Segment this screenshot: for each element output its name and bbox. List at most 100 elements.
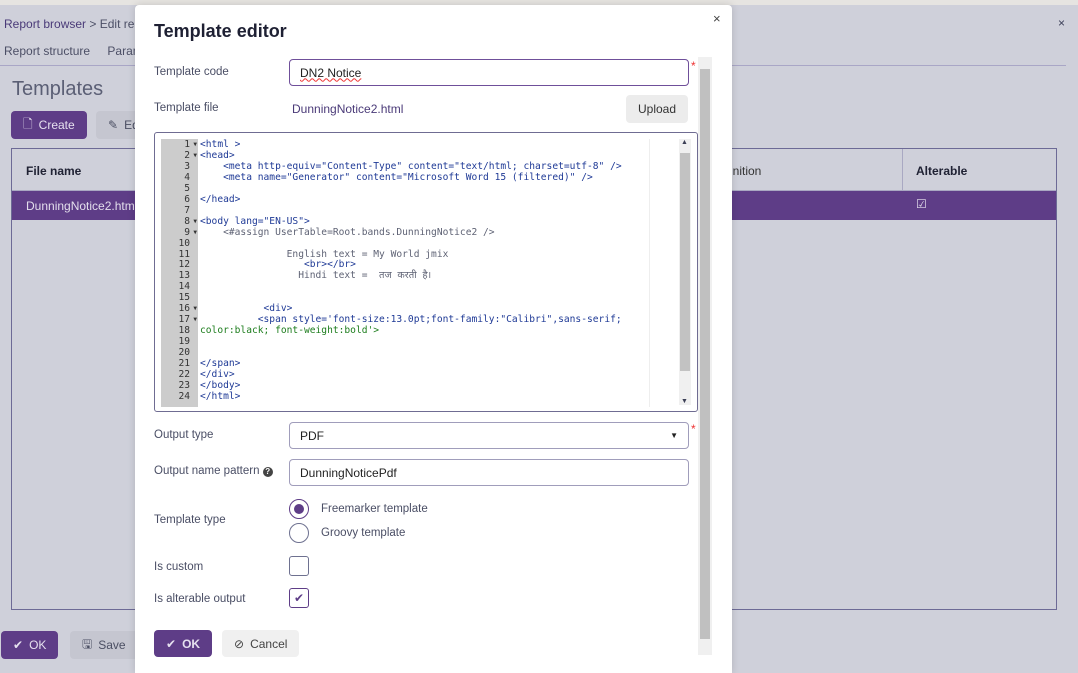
page-title: Templates — [12, 78, 104, 100]
dialog-cancel-button[interactable]: ⊘ Cancel — [222, 630, 300, 657]
line-number: 10 — [178, 237, 190, 249]
output-name-pattern-value: DunningNoticePdf — [300, 465, 397, 480]
fold-icon[interactable]: ▼ — [193, 315, 197, 326]
line-number: 2 ▼ — [184, 149, 197, 162]
code-editor[interactable]: 1 ▼ <html > 2 ▼ <head> 3 <meta http-equiv="C… — [154, 132, 698, 412]
line-number: 3 — [184, 160, 190, 172]
template-type-label: Template type — [154, 514, 226, 526]
code-text: <body lang="EN-US"> — [200, 215, 310, 227]
breadcrumb-report-browser[interactable]: Report browser — [4, 17, 86, 31]
is-alterable-output-label: Is alterable output — [154, 593, 246, 605]
code-line: 24 </html> — [161, 390, 677, 403]
pencil-icon: ✎ — [108, 118, 119, 132]
dialog-ok-button[interactable]: ✔ OK — [154, 630, 213, 657]
editor-scrollbar[interactable]: ▲ ▼ — [679, 139, 691, 405]
fold-icon[interactable]: ▼ — [193, 304, 197, 315]
code-text: <#assign UserTable=Root.bands.DunningNot… — [200, 226, 495, 238]
template-code-input[interactable]: DN2 Notice — [289, 59, 689, 86]
template-code-label: Template code — [154, 66, 229, 78]
line-number: 4 — [184, 171, 190, 183]
output-type-select[interactable]: PDF ▼ — [289, 422, 689, 449]
radio-groovy[interactable] — [289, 523, 309, 543]
help-icon[interactable]: ? — [262, 467, 273, 477]
line-number: 5 — [184, 182, 190, 194]
breadcrumb: Report browser > Edit rep — [4, 17, 141, 31]
check-icon: ✔ — [293, 591, 305, 605]
dialog-cancel-label: Cancel — [250, 636, 288, 651]
code-text: </head> — [200, 193, 241, 205]
code-lines[interactable]: 1 ▼ <html > 2 ▼ <head> 3 <meta http-equiv="C… — [161, 139, 677, 403]
line-number: 24 — [178, 390, 190, 402]
radio-freemarker-label[interactable]: Freemarker template — [321, 503, 428, 515]
ok-button[interactable]: ✔ OK — [1, 631, 59, 659]
check-icon: ✔ — [13, 638, 24, 652]
template-file-link[interactable]: DunningNotice2.html — [292, 102, 403, 116]
code-line: 6 </head> — [161, 193, 677, 206]
chevron-down-icon: ▼ — [670, 431, 678, 440]
create-button[interactable]: 🗋 Create — [11, 111, 87, 139]
create-label: Create — [38, 118, 75, 132]
check-icon: ✔ — [166, 636, 177, 651]
radio-groovy-label[interactable]: Groovy template — [321, 527, 405, 539]
template-file-label: Template file — [154, 102, 219, 114]
code-text: color:black; font-weight:bold'> — [200, 325, 380, 337]
radio-freemarker[interactable] — [289, 499, 309, 519]
template-editor-dialog: Template editor × Template code DN2 Noti… — [135, 5, 732, 673]
output-name-pattern-text: Output name pattern — [154, 465, 260, 477]
close-tab-icon[interactable]: × — [1058, 16, 1065, 30]
column-file-name[interactable]: File name — [26, 164, 81, 178]
code-line: 1 ▼ <html > — [161, 139, 677, 151]
column-divider — [902, 149, 903, 190]
fold-icon[interactable]: ▼ — [193, 228, 197, 239]
fold-icon[interactable]: ▼ — [193, 140, 197, 151]
column-definition[interactable]: inition — [730, 164, 761, 178]
line-number: 6 — [184, 193, 190, 205]
file-icon: 🗋 — [23, 116, 33, 131]
line-number: 1 ▼ — [184, 139, 197, 151]
fold-icon[interactable]: ▼ — [193, 151, 197, 162]
save-button[interactable]: 🖫 Save — [70, 631, 138, 659]
required-marker: * — [691, 59, 696, 73]
output-type-label: Output type — [154, 429, 214, 441]
scroll-down-icon[interactable]: ▼ — [681, 398, 688, 405]
code-line: 4 <meta name="Generator" content="Micros… — [161, 171, 677, 184]
breadcrumb-separator: > — [89, 17, 97, 31]
close-icon[interactable]: × — [713, 11, 721, 26]
code-line: 19 — [161, 336, 677, 348]
line-number: 9 ▼ — [184, 226, 197, 239]
save-label: Save — [98, 638, 126, 652]
code-line: 10 — [161, 237, 677, 250]
fold-icon[interactable]: ▼ — [193, 217, 197, 228]
alterable-check-icon: ☑ — [916, 197, 927, 211]
code-line: 8 ▼ <body lang="EN-US"> — [161, 215, 677, 228]
code-line: 18 color:black; font-weight:bold'> — [161, 325, 677, 337]
output-name-pattern-input[interactable]: DunningNoticePdf — [289, 459, 689, 486]
code-text: <meta name="Generator" content="Microsof… — [200, 171, 593, 183]
scroll-up-icon[interactable]: ▲ — [681, 139, 688, 146]
cell-file-name: DunningNotice2.htm — [26, 199, 135, 213]
save-icon: 🖫 — [82, 636, 93, 651]
dialog-scrollbar[interactable] — [698, 57, 712, 655]
required-marker: * — [691, 422, 696, 436]
code-line: 14 — [161, 281, 677, 293]
dialog-title: Template editor — [154, 21, 287, 41]
is-alterable-output-checkbox[interactable]: ✔ — [289, 588, 309, 608]
code-line: 9 ▼ <#assign UserTable=Root.bands.Dunning… — [161, 226, 677, 239]
is-custom-checkbox[interactable] — [289, 556, 309, 576]
code-line: 13 Hindi text = तज करती है। — [161, 270, 677, 282]
line-number: 8 ▼ — [184, 215, 197, 228]
output-name-pattern-label: Output name pattern ? — [154, 465, 273, 477]
dialog-ok-label: OK — [182, 636, 201, 651]
upload-button[interactable]: Upload — [626, 95, 689, 123]
code-text: </html> — [200, 390, 241, 402]
template-code-value: DN2 Notice — [300, 65, 362, 80]
is-custom-label: Is custom — [154, 561, 204, 573]
ok-label: OK — [29, 638, 47, 652]
cancel-icon: ⊘ — [234, 636, 245, 651]
code-text: Hindi text = तज करती है। — [200, 270, 432, 282]
column-alterable[interactable]: Alterable — [916, 164, 967, 178]
tab-report-structure[interactable]: Report structure — [4, 44, 90, 58]
